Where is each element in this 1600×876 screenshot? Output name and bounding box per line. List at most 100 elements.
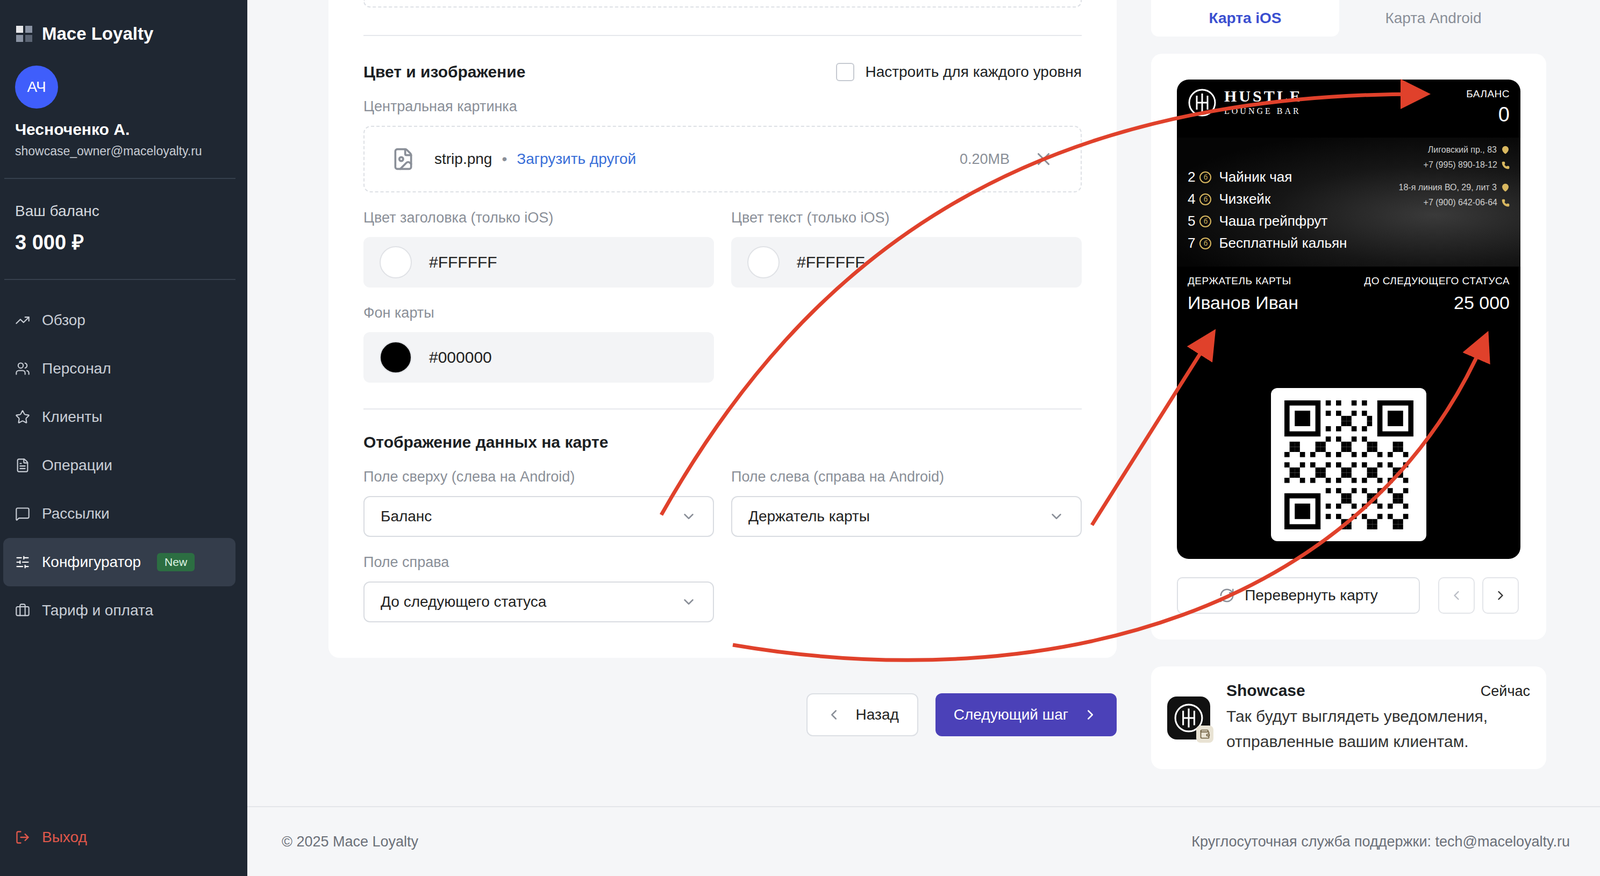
sidebar-divider	[4, 279, 236, 281]
upload-link[interactable]: Загрузить другой	[516, 150, 637, 168]
arrow-icon	[661, 94, 1420, 516]
file-size: 0.20MB	[959, 151, 1010, 168]
card-controls: Перевернуть карту	[1176, 577, 1521, 614]
field-label: Поле слева (справа на Android)	[731, 468, 1082, 486]
image-file-icon	[391, 147, 416, 171]
location: Лиговский пр., 83+7 (995) 890-18-12	[1423, 145, 1510, 170]
annotation-arrows	[0, 0, 1600, 876]
card-field: ДЕРЖАТЕЛЬ КАРТЫИванов Иван	[1187, 275, 1299, 326]
button-row: Назад Следующий шаг	[328, 693, 1117, 737]
prev-button[interactable]	[1438, 577, 1475, 614]
card-field: ДО СЛЕДУЮЩЕГО СТАТУСА25 000	[1363, 275, 1510, 326]
card-fields: ДЕРЖАТЕЛЬ КАРТЫИванов Иван ДО СЛЕДУЮЩЕГО …	[1176, 266, 1521, 326]
location: 18-я линия ВО, 29, лит 3+7 (900) 642-06-…	[1398, 182, 1511, 208]
arrow-icon	[732, 341, 1484, 661]
section-title: Отображение данных на карте	[363, 433, 1082, 452]
select[interactable]: Баланс	[363, 496, 714, 538]
notification-preview: ShowcaseСейчасТак будут выглядеть уведом…	[1151, 666, 1547, 770]
remove-icon[interactable]	[1033, 148, 1054, 170]
flip-button[interactable]: Перевернуть карту	[1176, 577, 1420, 614]
balance: Ваш баланс3 000 ₽	[0, 179, 248, 280]
color-field: Цвет текст (только iOS)#FFFFFF	[731, 192, 1082, 288]
avatar[interactable]: АЧ	[15, 65, 59, 109]
arrow-icon	[1091, 338, 1210, 526]
sidebar-nav: ОбзорПерсоналКлиентыОперацииРассылкиКонф…	[0, 280, 248, 635]
coin-icon: б	[1199, 215, 1212, 228]
copyright: © 2025 Mace Loyalty	[281, 833, 419, 851]
sidebar-divider	[4, 177, 236, 180]
nav-icon	[15, 361, 31, 377]
field-label: Центральная картинка	[363, 98, 1082, 116]
card-strip: 2бЧайник чая4бЧизкейк5бЧаша грейпфрут7бБ…	[1176, 137, 1521, 267]
coin-icon: б	[1199, 171, 1212, 184]
qr-box	[1270, 388, 1427, 542]
logout-button[interactable]: Выход	[0, 829, 248, 876]
upload-box	[363, 0, 1082, 8]
sidebar-item[interactable]: Тариф и оплата	[3, 586, 236, 635]
color-input[interactable]: #FFFFFF	[363, 237, 714, 288]
tab[interactable]: Карта Android	[1339, 0, 1528, 37]
color-swatch[interactable]	[747, 246, 780, 279]
color-input[interactable]: #000000	[363, 332, 714, 383]
sidebar-item[interactable]: Рассылки	[3, 489, 236, 539]
color-swatch[interactable]	[379, 246, 412, 279]
section-header: Цвет и изображениеНастроить для каждого …	[363, 62, 1082, 82]
reward-row: 2бЧайник чая	[1187, 168, 1347, 186]
brand-logo-icon	[1187, 88, 1217, 118]
balance-value: 3 000 ₽	[15, 227, 233, 256]
card-balance: БАЛАНС0	[1466, 88, 1510, 138]
chevron-down-icon	[1048, 508, 1065, 525]
color-grid: Цвет заголовка (только iOS)#FFFFFFЦвет т…	[363, 192, 1082, 383]
notification-text: Так будут выглядеть уведомления, отправл…	[1226, 704, 1531, 755]
next-button[interactable]: Следующий шаг	[935, 693, 1117, 737]
form-column: Цвет и изображениеНастроить для каждого …	[328, 0, 1117, 807]
select[interactable]: Держатель карты	[731, 496, 1082, 538]
support-contact: Круглосуточная служба поддержки: tech@ma…	[1191, 833, 1570, 851]
user-block: АЧ Чесноченко А. showcase_owner@maceloyalt…	[0, 44, 248, 178]
sidebar-item[interactable]: Обзор	[3, 296, 236, 345]
field-label: Поле справа	[363, 554, 714, 571]
chevron-right-icon	[1493, 588, 1509, 604]
sidebar-item[interactable]: Операции	[3, 441, 236, 490]
chevron-left-icon	[825, 706, 842, 724]
sidebar-item[interactable]: Клиенты	[3, 393, 236, 442]
brand-sub: LOUNGE BAR	[1224, 106, 1303, 117]
color-input[interactable]: #FFFFFF	[731, 237, 1082, 288]
back-button[interactable]: Назад	[806, 693, 919, 737]
app: Mace Loyalty АЧ Чесноченко А. showcase_owne…	[0, 0, 1600, 876]
select[interactable]: До следующего статуса	[363, 581, 714, 623]
nav-icon	[15, 603, 31, 619]
field-label: Фон карты	[363, 304, 714, 322]
footer: © 2025 Mace Loyalty Круглосуточная служба…	[247, 806, 1600, 876]
sidebar-item[interactable]: КонфигураторNew	[3, 538, 236, 587]
tab[interactable]: Карта iOS	[1151, 0, 1340, 37]
nav-icon	[15, 312, 31, 328]
sidebar-item[interactable]: Персонал	[3, 344, 236, 394]
per-level-checkbox[interactable]: Настроить для каждого уровня	[836, 62, 1082, 82]
checkbox[interactable]	[836, 62, 855, 82]
color-swatch[interactable]	[379, 341, 412, 374]
divider	[363, 34, 1082, 37]
select-grid: Поле сверху (слева на Android)БалансПоле…	[363, 451, 1082, 623]
user-name: Чесноченко А.	[15, 120, 233, 139]
field-label: Цвет заголовка (только iOS)	[363, 209, 714, 227]
image-upload[interactable]: strip.png•Загрузить другой0.20MB	[363, 125, 1082, 193]
chevron-down-icon	[680, 508, 697, 525]
logout-icon	[15, 830, 31, 846]
main: Цвет и изображениеНастроить для каждого …	[247, 0, 1600, 876]
preview-column: Карта iOSКарта Android HUSTLELOUNGE BAR БА…	[1151, 0, 1547, 807]
reward-row: 5бЧаша грейпфрут	[1187, 212, 1347, 230]
chevron-right-icon	[1082, 706, 1099, 724]
pin-icon	[1501, 183, 1510, 192]
brand-name: HUSTLE	[1224, 88, 1303, 105]
form-card: Цвет и изображениеНастроить для каждого …	[328, 0, 1117, 659]
qr-code-icon	[1284, 400, 1414, 530]
card-brand: HUSTLELOUNGE BAR	[1187, 88, 1303, 138]
next-card-button[interactable]	[1482, 577, 1519, 614]
chevron-left-icon	[1448, 588, 1464, 604]
reward-row: 7бБесплатный кальян	[1187, 234, 1347, 252]
nav-icon	[15, 458, 31, 474]
user-email: showcase_owner@maceloyalty.ru	[15, 144, 233, 159]
wallet-icon	[1199, 729, 1211, 740]
logo[interactable]: Mace Loyalty	[0, 0, 248, 45]
